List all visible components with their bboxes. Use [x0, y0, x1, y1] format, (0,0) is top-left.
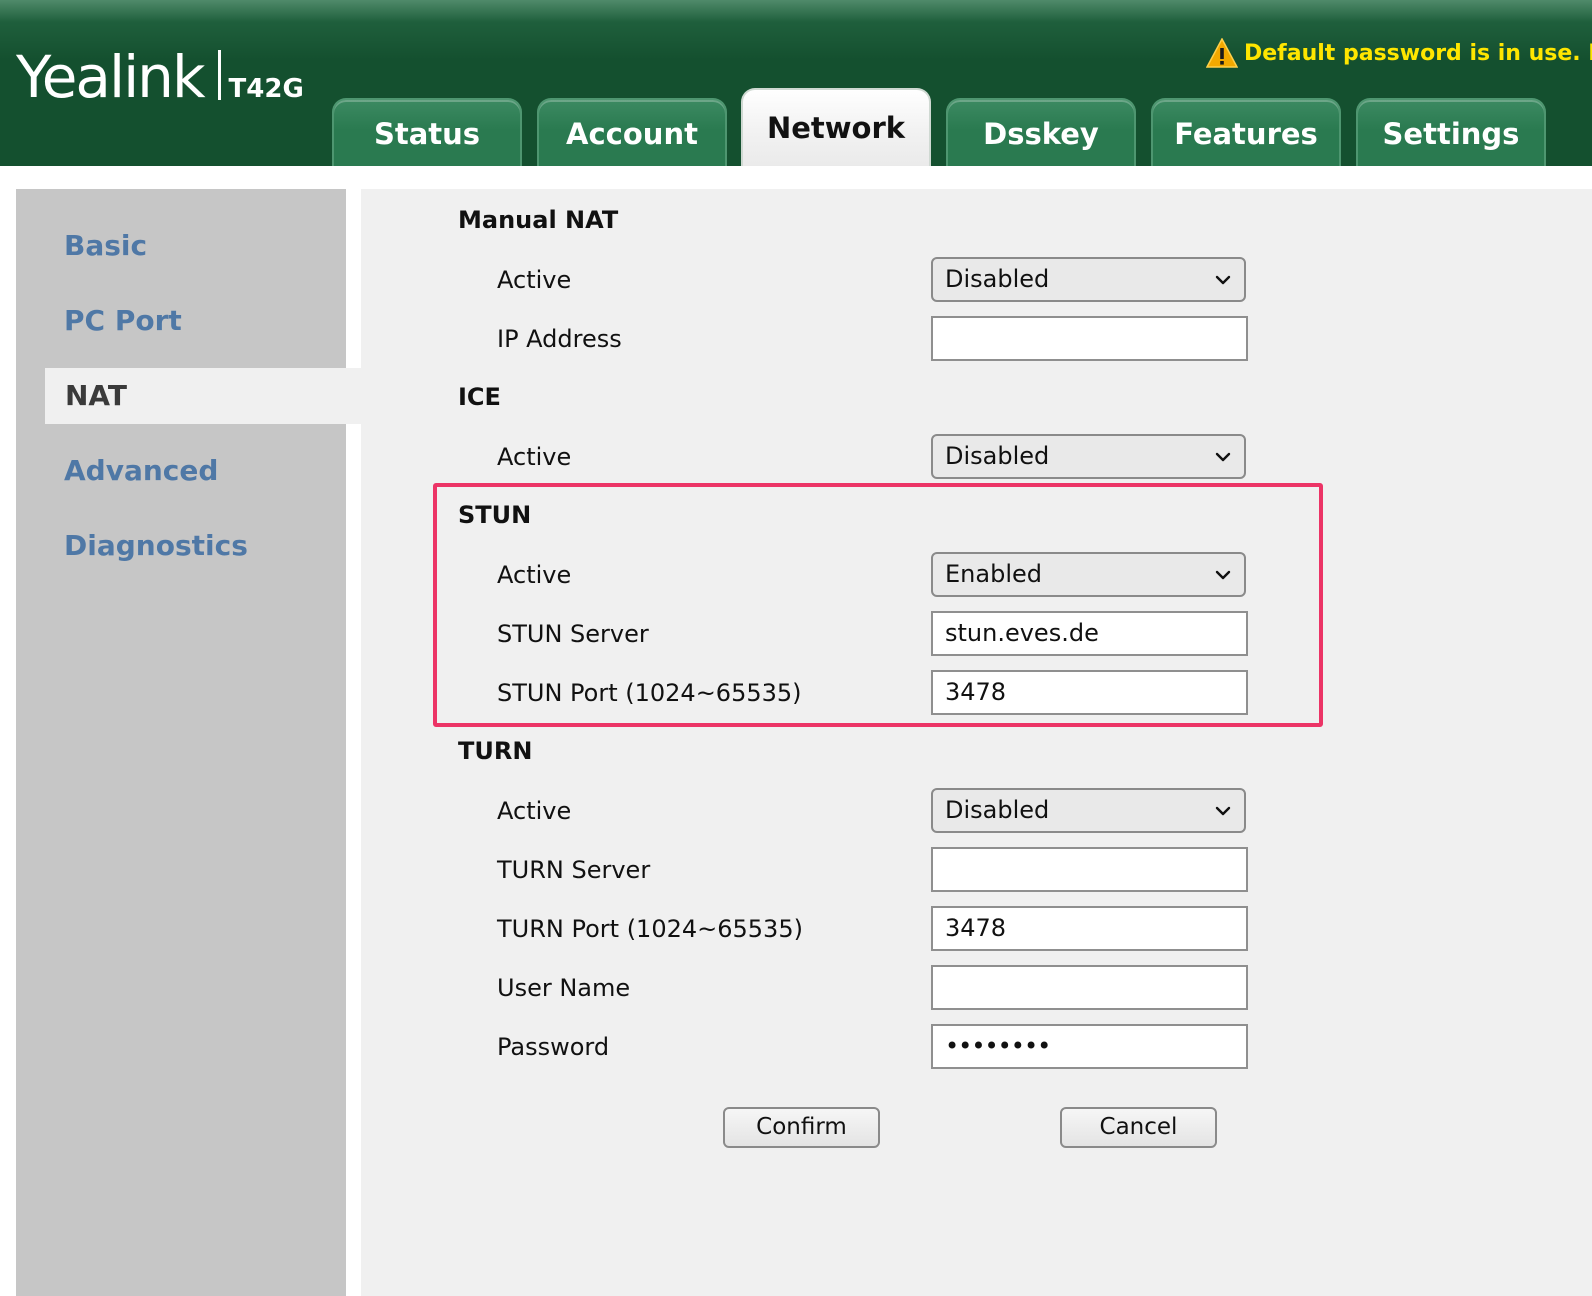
section-title-ice: ICE: [458, 383, 501, 411]
sidebar-item-basic[interactable]: Basic: [64, 229, 147, 262]
header-bar: Yealink T42G Default password is in use.…: [0, 0, 1592, 166]
stun-port-input[interactable]: 3478: [931, 670, 1248, 715]
ice-active-select[interactable]: Disabled: [931, 434, 1246, 479]
cancel-button[interactable]: Cancel: [1060, 1107, 1217, 1148]
stun-active-select[interactable]: Enabled: [931, 552, 1246, 597]
section-title-turn: TURN: [458, 737, 533, 765]
chevron-down-icon: [1215, 452, 1231, 462]
default-password-warning: Default password is in use. Pl: [1206, 38, 1592, 68]
turn-active-value: Disabled: [945, 796, 1050, 824]
stun-port-label: STUN Port (1024~65535): [497, 679, 802, 707]
logo-separator: [217, 50, 221, 100]
warning-icon: [1206, 38, 1238, 68]
ice-active-value: Disabled: [945, 442, 1050, 470]
manual-nat-ip-input[interactable]: [931, 316, 1248, 361]
turn-password-label: Password: [497, 1033, 610, 1061]
logo-brand: Yealink: [16, 43, 206, 111]
tab-status[interactable]: Status: [332, 98, 522, 166]
tab-dsskey[interactable]: Dsskey: [946, 98, 1136, 166]
tab-features[interactable]: Features: [1151, 98, 1341, 166]
stun-active-value: Enabled: [945, 560, 1042, 588]
stun-active-label: Active: [497, 561, 572, 589]
yealink-logo: Yealink T42G: [16, 48, 304, 106]
stun-server-input[interactable]: stun.eves.de: [931, 611, 1248, 656]
turn-password-input[interactable]: ••••••••: [931, 1024, 1248, 1069]
turn-server-input[interactable]: [931, 847, 1248, 892]
turn-port-label: TURN Port (1024~65535): [497, 915, 803, 943]
stun-server-label: STUN Server: [497, 620, 649, 648]
logo-model: T42G: [228, 74, 304, 104]
chevron-down-icon: [1215, 806, 1231, 816]
ice-active-label: Active: [497, 443, 572, 471]
tab-network[interactable]: Network: [741, 88, 931, 166]
sidebar-item-advanced[interactable]: Advanced: [64, 454, 218, 487]
tab-settings[interactable]: Settings: [1356, 98, 1546, 166]
chevron-down-icon: [1215, 275, 1231, 285]
manual-nat-active-value: Disabled: [945, 265, 1050, 293]
section-title-manual-nat: Manual NAT: [458, 206, 619, 234]
turn-server-label: TURN Server: [497, 856, 651, 884]
turn-port-input[interactable]: 3478: [931, 906, 1248, 951]
turn-active-select[interactable]: Disabled: [931, 788, 1246, 833]
manual-nat-active-label: Active: [497, 266, 572, 294]
sidebar-item-pc-port[interactable]: PC Port: [64, 304, 182, 337]
tab-account[interactable]: Account: [537, 98, 727, 166]
nat-settings-form: Manual NAT Active Disabled IP Address IC…: [361, 189, 1592, 1296]
section-title-stun: STUN: [458, 501, 532, 529]
sidebar-item-nat[interactable]: NAT: [45, 368, 362, 424]
sidebar: Basic PC Port NAT Advanced Diagnostics: [16, 189, 362, 1296]
turn-active-label: Active: [497, 797, 572, 825]
turn-username-input[interactable]: [931, 965, 1248, 1010]
confirm-button[interactable]: Confirm: [723, 1107, 880, 1148]
chevron-down-icon: [1215, 570, 1231, 580]
manual-nat-ip-label: IP Address: [497, 325, 622, 353]
sidebar-item-diagnostics[interactable]: Diagnostics: [64, 529, 248, 562]
manual-nat-active-select[interactable]: Disabled: [931, 257, 1246, 302]
warning-text: Default password is in use. Pl: [1244, 40, 1592, 66]
turn-username-label: User Name: [497, 974, 631, 1002]
